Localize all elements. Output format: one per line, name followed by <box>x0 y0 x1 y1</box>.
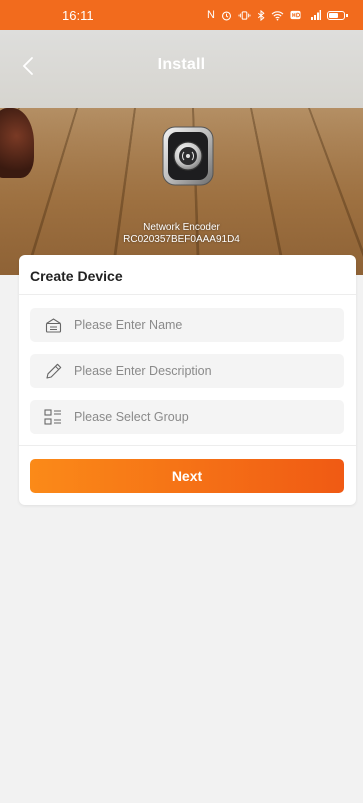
signal-icon <box>311 10 321 20</box>
description-field[interactable] <box>30 354 344 388</box>
create-device-card: Create Device Please Select Group Next <box>19 255 356 505</box>
name-field[interactable] <box>30 308 344 342</box>
page-title: Install <box>157 56 206 73</box>
nameplate-icon <box>44 316 62 334</box>
pencil-icon <box>44 362 62 380</box>
status-bar: 16:11 N <box>0 0 363 30</box>
device-serial: RC020357BEF0AAA91D4 <box>123 234 240 245</box>
group-list-icon <box>44 408 62 426</box>
status-icons: N <box>207 8 348 21</box>
bluetooth-icon <box>257 9 265 21</box>
nfc-icon: N <box>207 8 215 21</box>
group-select-label: Please Select Group <box>74 410 189 424</box>
description-input[interactable] <box>74 364 314 378</box>
hero-banner: Install Network Encoder RC020357BEF0AAA9… <box>0 30 363 275</box>
divider <box>19 294 356 295</box>
battery-icon <box>327 10 348 20</box>
name-input[interactable] <box>74 318 314 332</box>
alarm-icon <box>222 10 231 20</box>
hd-icon <box>290 10 301 20</box>
status-time: 16:11 <box>62 7 94 23</box>
wifi-icon <box>271 10 284 20</box>
vibrate-icon <box>238 10 251 20</box>
device-name: Network Encoder <box>143 222 220 233</box>
divider <box>19 445 356 446</box>
next-button[interactable]: Next <box>30 459 344 493</box>
network-encoder-device-icon <box>162 126 214 186</box>
card-title: Create Device <box>30 268 123 284</box>
group-select[interactable]: Please Select Group <box>30 400 344 434</box>
